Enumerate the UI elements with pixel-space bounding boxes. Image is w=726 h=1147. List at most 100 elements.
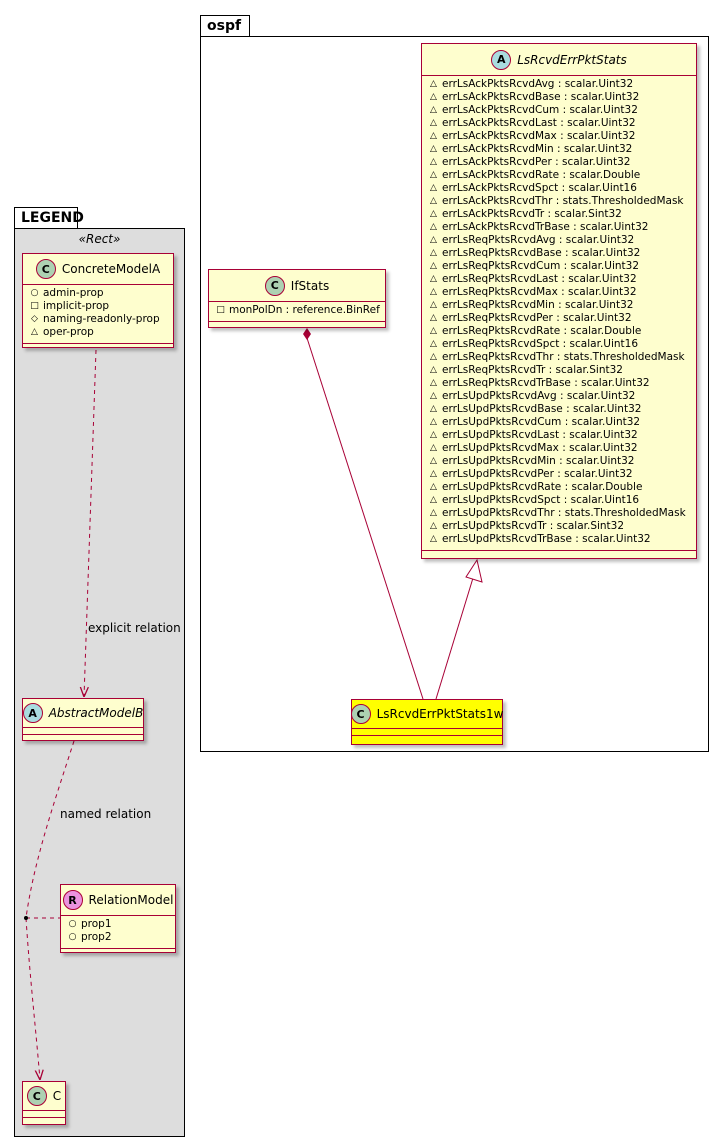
attribute: △ errLsReqPktsRcvdSpct : scalar.Uint16	[428, 338, 692, 351]
open-circle-icon: ○	[30, 288, 39, 298]
attribute: △ errLsAckPktsRcvdMax : scalar.Uint32	[428, 130, 692, 143]
attribute: △ errLsReqPktsRcvdLast : scalar.Uint32	[428, 273, 692, 286]
attribute: △ errLsReqPktsRcvdThr : stats.Thresholded…	[428, 351, 692, 364]
attribute: △ errLsUpdPktsRcvdMax : scalar.Uint32	[428, 442, 692, 455]
open-triangle-icon: △	[430, 443, 437, 453]
class-name: IfStats	[290, 278, 330, 293]
circle-a-icon: A	[491, 49, 512, 70]
attribute: △ errLsAckPktsRcvdAvg : scalar.Uint32	[428, 78, 692, 91]
explicit-relation-label: explicit relation	[88, 621, 181, 635]
open-triangle-icon: △	[430, 300, 437, 310]
open-triangle-icon: △	[430, 521, 437, 531]
attribute: △ errLsAckPktsRcvdTrBase : scalar.Uint32	[428, 221, 692, 234]
attribute: △ errLsUpdPktsRcvdCum : scalar.Uint32	[428, 416, 692, 429]
open-triangle-icon: △	[430, 248, 437, 258]
class-if-stats[interactable]: C IfStats □ monPolDn : reference.BinRef	[208, 269, 386, 328]
open-triangle-icon: △	[430, 339, 437, 349]
attribute: △ errLsAckPktsRcvdLast : scalar.Uint32	[428, 117, 692, 130]
attribute: △ errLsAckPktsRcvdBase : scalar.Uint32	[428, 91, 692, 104]
class-name: ConcreteModelA	[61, 262, 161, 276]
junction-dot	[24, 916, 28, 920]
circle-c-icon: C	[35, 259, 56, 279]
attribute: ○ admin-prop	[30, 287, 104, 299]
open-triangle-icon: △	[430, 482, 437, 492]
attribute: △ errLsUpdPktsRcvdTrBase : scalar.Uint32	[428, 533, 692, 546]
circle-a-icon: A	[22, 703, 43, 723]
attribute: △ errLsUpdPktsRcvdRate : scalar.Double	[428, 481, 692, 494]
attribute-list: ○ prop1 ○ prop2	[61, 916, 175, 946]
open-triangle-icon: △	[430, 196, 437, 206]
open-triangle-icon: △	[430, 131, 437, 141]
open-triangle-icon: △	[430, 469, 437, 479]
attribute-list: △ errLsAckPktsRcvdAvg : scalar.Uint32 △ err…	[422, 76, 696, 548]
attribute-list: □ monPolDn : reference.BinRef	[209, 302, 385, 319]
attribute: □ monPolDn : reference.BinRef	[216, 304, 380, 316]
attribute: △ errLsAckPktsRcvdSpct : scalar.Uint16	[428, 182, 692, 195]
attribute: △ errLsUpdPktsRcvdLast : scalar.Uint32	[428, 429, 692, 442]
generalization-line	[435, 577, 474, 700]
class-ls-rcvd-err-pkt-stats[interactable]: A LsRcvdErrPktStats △ errLsAckPktsRcvdAvg…	[421, 43, 697, 559]
circle-c-icon: C	[264, 275, 285, 296]
class-name: LsRcvdErrPktStats	[517, 52, 627, 67]
open-triangle-icon: △	[31, 327, 38, 337]
open-triangle-icon: △	[430, 261, 437, 271]
attribute: △ errLsUpdPktsRcvdAvg : scalar.Uint32	[428, 390, 692, 403]
class-name: LsRcvdErrPktStats1w	[376, 707, 504, 721]
attribute: △ errLsAckPktsRcvdCum : scalar.Uint32	[428, 104, 692, 117]
attribute: ◇ naming-readonly-prop	[29, 313, 169, 326]
open-triangle-icon: △	[430, 313, 437, 323]
circle-c-icon: C	[350, 704, 371, 724]
named-relation-line-lower	[25, 917, 40, 1080]
attribute: △ errLsReqPktsRcvdTrBase : scalar.Uint32	[428, 377, 692, 390]
attribute-list: ○ admin-prop □ implicit-prop ◇ naming-re…	[23, 285, 173, 341]
open-triangle-icon: △	[430, 378, 437, 388]
open-triangle-icon: △	[430, 495, 437, 505]
open-square-icon: □	[30, 301, 39, 311]
class-relation-model[interactable]: R RelationModel ○ prop1 ○ prop2	[60, 884, 176, 953]
open-triangle-icon: △	[430, 508, 437, 518]
open-circle-icon: ○	[68, 932, 77, 942]
attribute: △ errLsUpdPktsRcvdBase : scalar.Uint32	[428, 403, 692, 416]
attribute: △ errLsReqPktsRcvdTr : scalar.Sint32	[428, 364, 692, 377]
open-triangle-icon: △	[430, 118, 437, 128]
open-diamond-icon: ◇	[31, 314, 38, 324]
open-triangle-icon: △	[430, 235, 437, 245]
named-relation-label: named relation	[60, 807, 152, 821]
open-triangle-icon: △	[430, 352, 437, 362]
attribute: △ errLsReqPktsRcvdPer : scalar.Uint32	[428, 312, 692, 325]
circle-c-icon: C	[26, 1086, 47, 1106]
attribute: ○ prop2	[68, 931, 112, 943]
attribute: △ errLsAckPktsRcvdThr : stats.Thresholded…	[428, 195, 692, 208]
class-c[interactable]: C C	[22, 1081, 66, 1125]
attribute: □ implicit-prop	[30, 300, 110, 312]
class-abstract-model-b[interactable]: A AbstractModelB	[22, 698, 144, 741]
open-triangle-icon: △	[430, 79, 437, 89]
attribute: △ errLsReqPktsRcvdMin : scalar.Uint32	[428, 299, 692, 312]
explicit-relation-line	[84, 349, 97, 697]
attribute: △ errLsReqPktsRcvdMax : scalar.Uint32	[428, 286, 692, 299]
open-triangle-icon: △	[430, 183, 437, 193]
open-triangle-icon: △	[430, 287, 437, 297]
class-name: AbstractModelB	[48, 706, 144, 720]
open-triangle-icon: △	[430, 222, 437, 232]
open-triangle-icon: △	[430, 365, 437, 375]
composition-line	[306, 337, 424, 700]
open-triangle-icon: △	[430, 105, 437, 115]
open-triangle-icon: △	[430, 534, 437, 544]
class-concrete-model-a[interactable]: C ConcreteModelA ○ admin-prop □ implicit…	[22, 253, 174, 348]
attribute: △ errLsUpdPktsRcvdPer : scalar.Uint32	[428, 468, 692, 481]
attribute: △ errLsUpdPktsRcvdMin : scalar.Uint32	[428, 455, 692, 468]
open-triangle-icon: △	[430, 209, 437, 219]
open-triangle-icon: △	[430, 92, 437, 102]
open-triangle-icon: △	[430, 430, 437, 440]
open-triangle-icon: △	[430, 170, 437, 180]
class-ls-rcvd-err-pkt-stats-1w[interactable]: C LsRcvdErrPktStats1w	[350, 699, 504, 745]
open-triangle-icon: △	[430, 274, 437, 284]
open-circle-icon: ○	[68, 919, 77, 929]
attribute: △ errLsAckPktsRcvdPer : scalar.Uint32	[428, 156, 692, 169]
attribute: △ oper-prop	[29, 326, 169, 339]
open-triangle-icon: △	[430, 144, 437, 154]
attribute: ○ prop1	[68, 918, 112, 930]
attribute: △ errLsReqPktsRcvdBase : scalar.Uint32	[428, 247, 692, 260]
attribute: △ errLsUpdPktsRcvdThr : stats.Thresholded…	[428, 507, 692, 520]
